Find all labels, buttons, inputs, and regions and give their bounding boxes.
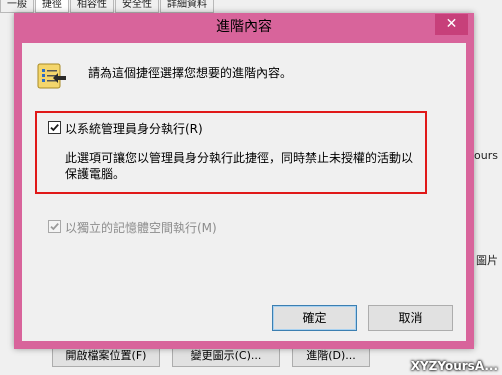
run-as-admin-checkbox[interactable]: [48, 121, 61, 134]
close-button[interactable]: ✕: [435, 14, 468, 35]
tab-shortcut[interactable]: 捷徑: [35, 0, 69, 13]
ok-button[interactable]: 確定: [272, 305, 357, 331]
background-text-image: 圖片: [476, 254, 498, 267]
tab-compatibility[interactable]: 相容性: [70, 0, 114, 13]
run-as-admin-label[interactable]: 以系統管理員身分執行(R): [65, 120, 203, 137]
watermark: XYZYoursA...: [410, 359, 498, 373]
properties-tabs: 一般 捷徑 相容性 安全性 詳細資料: [0, 0, 215, 13]
separate-memory-label[interactable]: 以獨立的記憶體空間執行(M): [65, 219, 217, 236]
dialog-titlebar[interactable]: 進階內容 ✕: [14, 13, 474, 41]
close-icon: ✕: [445, 16, 458, 32]
background-text-ours: ours: [474, 149, 498, 162]
shortcut-properties-icon: [36, 59, 68, 91]
intro-text: 請為這個捷徑選擇您想要的進階內容。: [88, 66, 293, 80]
cancel-button[interactable]: 取消: [368, 305, 453, 331]
checkmark-icon: [50, 124, 59, 132]
dialog-content: 請為這個捷徑選擇您想要的進階內容。 以系統管理員身分執行(R) 此選項可讓您以管…: [22, 43, 466, 341]
tab-security[interactable]: 安全性: [115, 0, 159, 13]
advanced-properties-dialog: 進階內容 ✕ 請為這個捷徑選擇您想要的進階內容。 以系統管理員身分執行(R) 此…: [14, 13, 474, 349]
run-as-admin-description: 此選項可讓您以管理員身分執行此捷徑，同時禁止未授權的活動以保護電腦。: [65, 151, 414, 181]
checkmark-icon: [50, 223, 59, 231]
tab-details[interactable]: 詳細資料: [160, 0, 214, 13]
dialog-title: 進階內容: [216, 19, 272, 35]
separate-memory-checkbox[interactable]: [48, 220, 61, 233]
tab-general[interactable]: 一般: [0, 0, 34, 13]
